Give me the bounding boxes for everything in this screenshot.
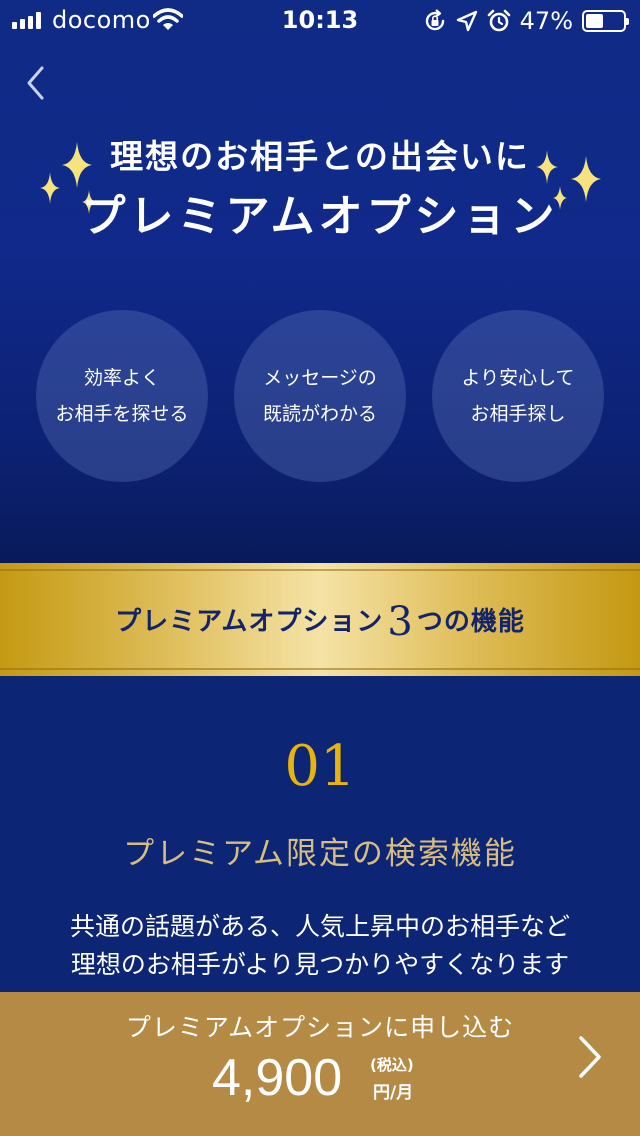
benefit-text: 既読がわかる <box>262 403 377 425</box>
feature-number: 01 <box>284 734 356 799</box>
benefit-text: お相手探し <box>470 403 566 425</box>
price-amount: 4,900 <box>212 1049 343 1107</box>
battery-icon <box>582 10 629 32</box>
hero-section: 理想のお相手との出会いに プレミアムオプション 効率よく お相手を探せる メッセ… <box>0 0 640 563</box>
benefit-bubble-read-receipt: メッセージの 既読がわかる <box>234 310 406 482</box>
orientation-lock-icon <box>425 9 444 31</box>
hero-subtitle: 理想のお相手との出会いに <box>110 137 530 176</box>
chevron-right-icon <box>579 1036 601 1078</box>
battery-percentage: 47% <box>519 7 573 35</box>
chevron-left-icon <box>27 66 44 100</box>
feature-title: プレミアム限定の検索機能 <box>123 836 517 872</box>
banner-number: 3 <box>387 598 413 645</box>
features-banner: プレミアムオプション 3 つの機能 <box>0 563 640 676</box>
benefit-text: メッセージの <box>263 367 377 389</box>
feature-description-line: 共通の話題がある、人気上昇中のお相手など <box>69 912 570 941</box>
price-unit: 円/月 <box>373 1083 414 1103</box>
battery-level <box>586 14 603 28</box>
benefit-text: 効率よく <box>83 367 160 389</box>
feature-description-line: 理想のお相手がより見つかりやすくなります <box>70 950 570 979</box>
hero-title: プレミアムオプション <box>81 191 559 242</box>
banner-prefix: プレミアムオプション <box>115 607 384 637</box>
status-icons: 47% <box>423 7 629 35</box>
benefit-bubble-safety: より安心して お相手探し <box>432 310 604 482</box>
alarm-icon <box>487 9 510 32</box>
status-bar: docomo 10:13 47% <box>0 0 640 40</box>
back-button[interactable] <box>20 62 52 104</box>
benefit-text: より安心して <box>461 367 575 389</box>
feature-description: 共通の話題がある、人気上昇中のお相手など 理想のお相手がより見つかりやすくなりま… <box>0 908 640 984</box>
location-arrow-icon <box>456 10 477 32</box>
tax-note: (税込) <box>370 1056 414 1074</box>
benefit-bubble-efficient: 効率よく お相手を探せる <box>36 310 208 482</box>
premium-option-screen: 理想のお相手との出会いに プレミアムオプション 効率よく お相手を探せる メッセ… <box>0 0 640 1136</box>
subscribe-label: プレミアムオプションに申し込む <box>125 1013 515 1042</box>
banner-suffix: つの機能 <box>416 607 525 637</box>
subscribe-button[interactable]: プレミアムオプションに申し込む 4,900 (税込) 円/月 <box>0 992 640 1136</box>
benefit-text: お相手を探せる <box>55 403 189 425</box>
